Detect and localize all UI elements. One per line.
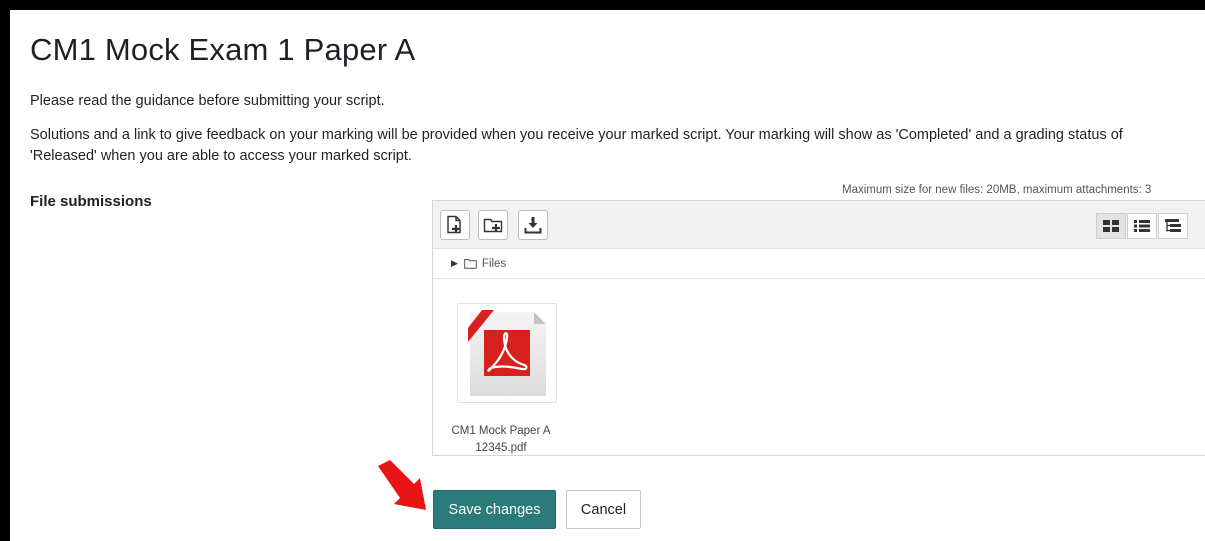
- file-path-breadcrumb: ▶ Files: [433, 249, 1205, 279]
- create-folder-button[interactable]: [478, 210, 508, 240]
- download-icon: [524, 217, 542, 234]
- icon-view-icon: [1103, 220, 1119, 232]
- file-thumbnail[interactable]: [457, 303, 557, 403]
- path-folder-label[interactable]: Files: [482, 258, 506, 270]
- cancel-button[interactable]: Cancel: [566, 490, 641, 529]
- tree-view-icon: [1165, 219, 1181, 232]
- save-changes-button[interactable]: Save changes: [433, 490, 556, 529]
- tree-view-button[interactable]: [1158, 213, 1188, 239]
- file-manager: ▶ Files CM1 Mock Paper A 12345.pdf: [432, 200, 1205, 456]
- download-all-button[interactable]: [518, 210, 548, 240]
- expand-arrow-icon[interactable]: ▶: [451, 258, 458, 269]
- info-text: Solutions and a link to give feedback on…: [30, 127, 1123, 164]
- list-view-icon: [1134, 220, 1150, 232]
- file-name[interactable]: CM1 Mock Paper A 12345.pdf: [441, 423, 561, 457]
- icon-view-button[interactable]: [1096, 213, 1126, 239]
- file-submissions-label: File submissions: [30, 193, 152, 210]
- folder-icon: [464, 258, 477, 269]
- create-folder-icon: [483, 218, 503, 233]
- page-title: CM1 Mock Exam 1 Paper A: [30, 32, 416, 67]
- pdf-icon: [468, 310, 546, 396]
- annotation-arrow-icon: [378, 460, 426, 510]
- file-limits-text: Maximum size for new files: 20MB, maximu…: [842, 184, 1152, 196]
- file-manager-toolbar: [433, 201, 1205, 249]
- add-file-button[interactable]: [440, 210, 470, 240]
- add-file-icon: [447, 215, 461, 234]
- guidance-text: Please read the guidance before submitti…: [30, 93, 385, 109]
- list-view-button[interactable]: [1127, 213, 1157, 239]
